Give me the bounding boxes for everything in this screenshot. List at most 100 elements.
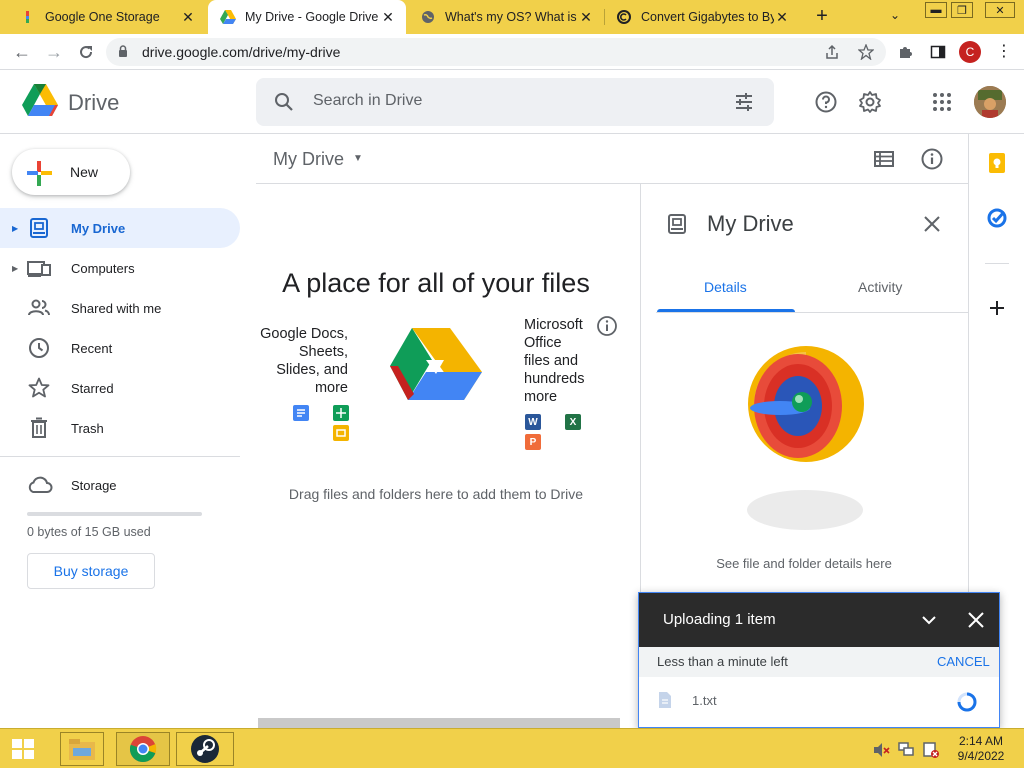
side-panel-icon[interactable] [930,44,946,60]
slides-icon [333,425,349,441]
tab-google-one-storage[interactable]: Google One Storage ✕ [8,0,206,34]
keep-icon[interactable] [985,151,1009,175]
my-drive-panel-icon [665,212,689,236]
volume-muted-icon[interactable] [872,741,890,759]
action-center-flag-icon[interactable] [922,741,940,759]
sidebar-item-label: Storage [71,477,117,493]
page-title[interactable]: My Drive [273,149,344,170]
sidebar-item-label: My Drive [71,220,126,236]
caption-line: Google Docs, [260,326,348,342]
tab-convert-gigabytes[interactable]: Convert Gigabytes to Byt ✕ [604,0,800,34]
star-icon [27,376,51,400]
sidebar-item-my-drive[interactable]: ▶ My Drive [0,208,240,248]
chrome-taskbar-button[interactable] [116,732,170,766]
storage-used-text: 0 bytes of 15 GB used [27,525,151,539]
caption-line: more [314,380,348,396]
tab-search-chevron-icon[interactable]: ⌄ [890,8,900,22]
profile-avatar[interactable]: C [959,41,981,63]
extensions-puzzle-icon[interactable] [898,44,914,60]
upload-spinner-icon [956,691,978,713]
cancel-upload-button[interactable]: CANCEL [937,654,990,669]
details-empty-caption: See file and folder details here [716,556,892,571]
network-icon[interactable] [897,741,915,759]
drive-brand[interactable]: Drive [68,90,119,116]
chrome-menu-icon[interactable]: ⋮ [996,44,1012,60]
account-avatar[interactable] [974,86,1006,118]
windows-taskbar: 2:14 AM 9/4/2022 [0,728,1024,768]
horizontal-scrollbar[interactable] [258,718,620,728]
sidebar-item-label: Computers [71,260,135,276]
search-icon[interactable] [274,92,294,117]
get-addons-plus-icon[interactable] [985,296,1009,320]
collapse-chevron-icon[interactable] [917,608,941,632]
upload-file-name: 1.txt [692,693,717,708]
reload-button[interactable] [76,42,96,62]
tab-title: Google One Storage [45,10,160,24]
buy-storage-button[interactable]: Buy storage [27,553,155,589]
upload-title: Uploading 1 item [663,611,776,628]
new-tab-button[interactable]: + [812,6,832,26]
tab-title: What's my OS? What is my [445,10,578,24]
sidebar-item-computers[interactable]: ▶ Computers [0,248,240,288]
bookmark-star-icon[interactable] [857,43,875,61]
restore-button[interactable]: ❐ [951,2,973,18]
forward-button[interactable]: → [44,42,64,62]
start-button[interactable] [4,732,42,766]
clock-time: 2:14 AM [958,734,1004,748]
sidebar-item-trash[interactable]: Trash [0,408,240,448]
system-clock[interactable]: 2:14 AM 9/4/2022 [950,734,1012,764]
back-button[interactable]: ← [12,42,32,62]
address-bar-row: ← → drive.google.com/drive/my-drive C ⋮ [0,34,1024,70]
upload-progress-dialog: Uploading 1 item Less than a minute left… [638,592,1000,728]
sidebar-item-shared-with-me[interactable]: Shared with me [0,288,240,328]
close-tab-icon[interactable]: ✕ [180,9,196,26]
tab-details[interactable]: Details [704,279,747,295]
sidebar-item-label: Recent [71,340,113,356]
tab-my-drive[interactable]: My Drive - Google Drive ✕ [208,0,406,34]
caption-line: more [524,389,558,405]
close-tab-icon[interactable]: ✕ [578,9,594,26]
upload-status-bar: Less than a minute left CANCEL [639,647,999,677]
tasks-icon[interactable] [985,206,1009,230]
new-button-label: New [70,164,99,180]
apps-grid-icon[interactable] [930,90,954,114]
tab-activity[interactable]: Activity [858,279,902,295]
close-window-button[interactable]: ✕ [985,2,1015,18]
trash-icon [27,416,51,440]
steam-taskbar-button[interactable] [176,732,234,766]
close-details-icon[interactable] [920,212,944,236]
empty-state-heading: A place for all of your files [282,268,590,298]
office-info-icon[interactable] [596,315,618,337]
list-view-icon[interactable] [872,147,896,171]
tab-whats-my-os[interactable]: What's my OS? What is my ✕ [408,0,604,34]
sidebar-item-recent[interactable]: Recent [0,328,240,368]
caption-line: hundreds [524,371,585,387]
close-upload-icon[interactable] [964,608,988,632]
info-icon[interactable] [920,147,944,171]
search-box[interactable]: Search in Drive [256,78,774,126]
sidebar-item-storage[interactable]: Storage [0,465,240,505]
settings-gear-icon[interactable] [858,90,882,114]
google-files-caption: Google Docs, Sheets, Slides, and more [256,325,348,397]
powerpoint-icon: P [525,434,541,450]
title-dropdown-icon[interactable]: ▼ [353,153,363,164]
expand-arrow-icon[interactable]: ▶ [12,224,18,233]
expand-arrow-icon[interactable]: ▶ [12,264,18,273]
minimize-button[interactable]: ▬ [925,2,947,18]
convert-icon [616,9,632,25]
close-tab-icon[interactable]: ✕ [380,9,396,26]
caption-line: Office [524,335,562,351]
file-explorer-taskbar-button[interactable] [60,732,104,766]
search-options-icon[interactable] [734,92,754,117]
help-icon[interactable] [814,90,838,114]
sidebar-item-starred[interactable]: Starred [0,368,240,408]
computers-icon [27,256,51,280]
search-input[interactable]: Search in Drive [313,92,422,110]
close-tab-icon[interactable]: ✕ [774,9,790,26]
storage-usage-bar [27,512,202,516]
share-icon[interactable] [824,44,840,60]
drive-logo-icon[interactable] [22,84,58,121]
omnibox[interactable]: drive.google.com/drive/my-drive [106,38,886,66]
side-panel-divider [985,263,1009,264]
new-button[interactable]: New [12,149,130,195]
